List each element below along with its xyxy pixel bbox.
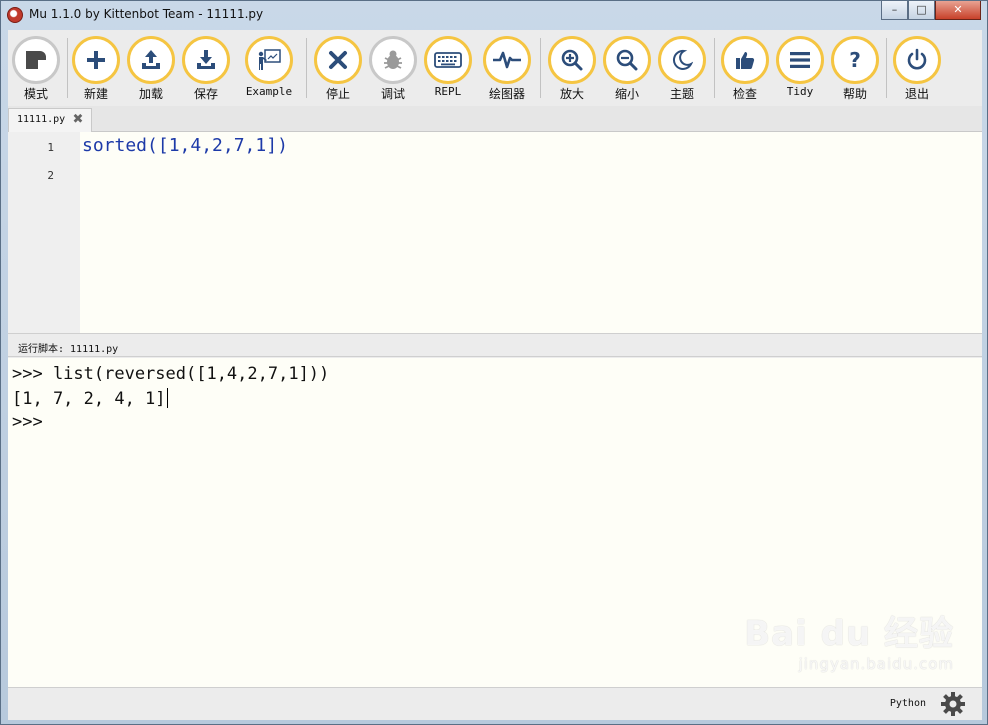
quit-button[interactable]: 退出 — [889, 36, 945, 102]
plus-icon — [72, 36, 120, 84]
mu-editor-window: Mu 1.1.0 by Kittenbot Team - 11111.py – … — [0, 0, 988, 725]
mode-button[interactable]: 模式 — [8, 36, 64, 102]
toolbar-divider — [540, 38, 541, 98]
repl-input-line: >>> list(reversed([1,4,2,7,1])) — [12, 364, 330, 384]
repl-output-text: [1, 7, 2, 4, 1] — [12, 389, 166, 409]
lines-icon — [776, 36, 824, 84]
repl-prompt-line: >>> — [12, 412, 43, 432]
watermark-main-text: Bai du 经验 — [744, 614, 954, 654]
zoom-in-button[interactable]: 放大 — [544, 36, 600, 102]
stop-button[interactable]: 停止 — [310, 36, 366, 102]
file-tab[interactable]: 11111.py ✖ — [8, 108, 92, 132]
thumbs-up-icon — [721, 36, 769, 84]
gear-icon[interactable] — [940, 691, 966, 717]
zoom-in-label: 放大 — [559, 87, 584, 101]
quit-label: 退出 — [904, 87, 929, 101]
keyboard-icon — [424, 36, 472, 84]
line-number: 1 — [47, 141, 54, 154]
question-icon: ? — [831, 36, 879, 84]
save-label: 保存 — [193, 87, 218, 101]
minimize-button[interactable]: – — [881, 1, 908, 20]
file-tab-label: 11111.py — [17, 114, 66, 125]
code-editor[interactable]: 1 2 sorted([1,4,2,7,1]) — [8, 132, 982, 334]
upload-icon — [127, 36, 175, 84]
example-label: Example — [245, 85, 293, 98]
theme-label: 主题 — [669, 87, 694, 101]
mu-logo-icon — [7, 7, 23, 23]
bug-icon — [369, 36, 417, 84]
close-tab-icon[interactable]: ✖ — [71, 113, 85, 127]
zoom-out-label: 缩小 — [614, 87, 639, 101]
window-controls: – □ ✕ — [881, 1, 981, 21]
repl-pane[interactable]: >>> list(reversed([1,4,2,7,1])) [1, 7, 2… — [8, 358, 982, 688]
stop-label: 停止 — [325, 87, 350, 101]
plotter-label: 绘图器 — [488, 87, 525, 101]
window-title: Mu 1.1.0 by Kittenbot Team - 11111.py — [29, 7, 264, 21]
status-bar: Python — [8, 688, 982, 720]
tab-bar: 11111.py ✖ — [8, 106, 982, 132]
pulse-icon — [483, 36, 531, 84]
check-label: 检查 — [732, 87, 757, 101]
current-mode-label[interactable]: Python — [890, 698, 926, 709]
toolbar-divider — [714, 38, 715, 98]
mode-label: 模式 — [23, 87, 48, 101]
tidy-button[interactable]: Tidy — [772, 36, 828, 98]
text-cursor — [166, 388, 168, 408]
repl-label: REPL — [434, 85, 462, 98]
client-area: 模式 新建 加载 保存 Example 停止 调试 REPL 绘图器 放大 缩小… — [8, 30, 982, 720]
baidu-watermark: Bai du 经验 jingyan.baidu.com — [744, 606, 954, 673]
close-window-button[interactable]: ✕ — [935, 1, 981, 20]
toolbar: 模式 新建 加载 保存 Example 停止 调试 REPL 绘图器 放大 缩小… — [8, 30, 982, 106]
x-icon — [314, 36, 362, 84]
zoom-in-icon — [548, 36, 596, 84]
save-button[interactable]: 保存 — [178, 36, 234, 102]
power-icon — [893, 36, 941, 84]
repl-output-line: [1, 7, 2, 4, 1] — [12, 388, 168, 409]
mode-icon — [12, 36, 60, 84]
run-script-label: 运行脚本: 11111.py — [18, 344, 119, 355]
example-button[interactable]: Example — [241, 36, 297, 98]
download-icon — [182, 36, 230, 84]
theme-button[interactable]: 主题 — [654, 36, 710, 102]
line-number: 2 — [47, 169, 54, 182]
load-button[interactable]: 加载 — [123, 36, 179, 102]
moon-icon — [658, 36, 706, 84]
svg-text:?: ? — [849, 48, 861, 72]
toolbar-divider — [886, 38, 887, 98]
title-bar: Mu 1.1.0 by Kittenbot Team - 11111.py – … — [1, 1, 987, 29]
new-label: 新建 — [83, 87, 108, 101]
debug-label: 调试 — [380, 87, 405, 101]
toolbar-divider — [306, 38, 307, 98]
load-label: 加载 — [138, 87, 163, 101]
repl-button[interactable]: REPL — [420, 36, 476, 98]
debug-button[interactable]: 调试 — [365, 36, 421, 102]
watermark-url-text: jingyan.baidu.com — [798, 655, 954, 673]
run-header: 运行脚本: 11111.py — [8, 335, 982, 357]
tidy-label: Tidy — [786, 85, 814, 98]
help-button[interactable]: ? 帮助 — [827, 36, 883, 102]
zoom-out-icon — [603, 36, 651, 84]
zoom-out-button[interactable]: 缩小 — [599, 36, 655, 102]
line-number-gutter: 1 2 — [8, 132, 80, 333]
maximize-button[interactable]: □ — [908, 1, 935, 20]
code-line[interactable]: sorted([1,4,2,7,1]) — [82, 135, 288, 156]
help-label: 帮助 — [842, 87, 867, 101]
presentation-icon — [245, 36, 293, 84]
new-button[interactable]: 新建 — [68, 36, 124, 102]
plotter-button[interactable]: 绘图器 — [479, 36, 535, 102]
check-button[interactable]: 检查 — [717, 36, 773, 102]
